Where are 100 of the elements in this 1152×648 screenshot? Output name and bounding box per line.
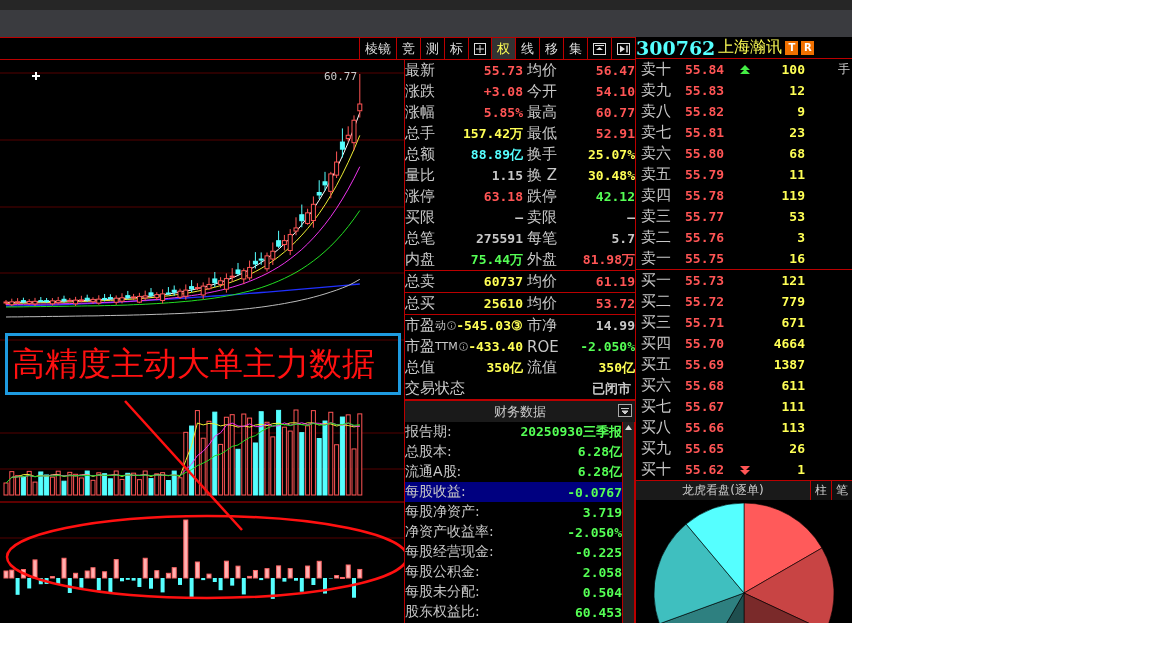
- quote-label: 换手: [527, 145, 558, 164]
- dropdown-icon: [619, 406, 631, 417]
- finance-value: 0.504: [582, 584, 622, 600]
- finance-row[interactable]: 每股收益: -0.0767: [405, 482, 622, 502]
- order-level-label: 买八: [641, 418, 672, 437]
- finance-label: 每股未分配:: [405, 583, 480, 601]
- order-level-label: 卖七: [641, 123, 672, 142]
- order-level-label: 买二: [641, 292, 672, 311]
- finance-label: 每股公积金:: [405, 563, 480, 581]
- quote-label: 最高: [527, 103, 558, 122]
- quote-label: 均价: [527, 61, 558, 80]
- finance-row[interactable]: 净资产收益率: -2.050%: [405, 522, 622, 542]
- quote-value: –: [626, 210, 635, 225]
- quote-value: 75.44万: [469, 250, 524, 269]
- finance-row[interactable]: 每股公积金: 2.058: [405, 562, 622, 582]
- quote-label: 量比: [405, 166, 435, 185]
- finance-row[interactable]: 报告期: 20250930三季报: [405, 422, 622, 442]
- order-price: 55.82: [685, 104, 726, 119]
- grid-icon: [474, 42, 486, 55]
- finance-value: 60.453: [575, 604, 622, 620]
- quote-label: 总买: [405, 294, 435, 313]
- dropdown-button[interactable]: [618, 404, 632, 417]
- finance-label: 流通A股:: [405, 463, 462, 481]
- finance-row[interactable]: 总股本: 6.28亿: [405, 442, 622, 462]
- order-level-label: 卖九: [641, 81, 672, 100]
- quote-value: 63.18: [482, 189, 524, 204]
- quote-value: -545.03③: [456, 318, 524, 333]
- finance-value: 3.719: [582, 504, 622, 520]
- quote-label: 买限: [405, 208, 435, 227]
- order-price: 55.75: [685, 251, 726, 266]
- quote-value: 1.15: [490, 168, 524, 183]
- order-price: 55.72: [685, 294, 726, 309]
- order-level-label: 买九: [641, 439, 672, 458]
- order-volume: 121: [780, 273, 805, 288]
- quote-label: 跌停: [527, 187, 558, 206]
- toolbar-button[interactable]: 权: [491, 38, 515, 59]
- quote-label: 每笔: [527, 229, 558, 248]
- quote-label: 流值: [527, 358, 558, 377]
- order-volume: 111: [780, 399, 805, 414]
- panel-tab[interactable]: 柱: [810, 481, 831, 500]
- order-volume: 4664: [772, 336, 805, 351]
- order-level-label: 买四: [641, 334, 672, 353]
- order-level-label: 卖四: [641, 186, 672, 205]
- finance-label: 净资产收益率:: [405, 523, 494, 541]
- finance-row[interactable]: 股东权益比: 60.453: [405, 602, 622, 622]
- order-volume: 9: [796, 104, 805, 119]
- order-price: 55.79: [685, 167, 726, 182]
- unit-label: 手: [837, 61, 851, 78]
- quote-value: 52.91: [594, 126, 635, 141]
- quote-value: 81.98万: [581, 250, 635, 269]
- quote-label: 总手: [405, 124, 435, 143]
- order-volume: 16: [788, 251, 805, 266]
- order-price: 55.71: [685, 315, 726, 330]
- quote-value: 53.72: [594, 296, 635, 311]
- panel-tab[interactable]: 笔: [831, 481, 852, 500]
- order-price: 55.65: [685, 441, 726, 456]
- finance-row[interactable]: 流通A股: 6.28亿: [405, 462, 622, 482]
- quote-label: 卖限: [527, 208, 558, 227]
- annotation-callout: 高精度主动大单主力数据: [5, 333, 401, 395]
- finance-row[interactable]: 每股净资产: 3.719: [405, 502, 622, 522]
- finance-label: 报告期:: [405, 423, 452, 441]
- scrollbar[interactable]: [622, 422, 635, 623]
- panel-icon: [593, 42, 606, 55]
- order-price: 55.68: [685, 378, 726, 393]
- order-volume: 100: [780, 62, 805, 77]
- order-price: 55.67: [685, 399, 726, 414]
- panel-title: 龙虎看盘(逐单): [681, 482, 765, 499]
- order-volume: 611: [780, 378, 805, 393]
- quote-label: 最新: [405, 61, 435, 80]
- quote-value: 25610: [482, 296, 524, 311]
- quote-label: 内盘: [405, 250, 435, 269]
- quote-value: 30.48%: [587, 168, 635, 183]
- quote-value: 275591: [475, 231, 524, 246]
- order-volume: 671: [780, 315, 805, 330]
- finance-row[interactable]: 每股未分配: 0.504: [405, 582, 622, 602]
- quote-value: 61.19: [594, 274, 635, 289]
- stock-tag: R: [801, 40, 815, 55]
- order-price: 55.62: [685, 462, 726, 477]
- order-level-label: 买六: [641, 376, 672, 395]
- order-level-label: 卖八: [641, 102, 672, 121]
- quote-label: 涨跌: [405, 82, 435, 101]
- order-price: 55.76: [685, 230, 726, 245]
- order-volume: 3: [796, 230, 805, 245]
- order-level-label: 买五: [641, 355, 672, 374]
- finance-row[interactable]: 每股经营现金: -0.225: [405, 542, 622, 562]
- quote-value: 350亿: [597, 358, 635, 377]
- high-price-label: 60.77: [324, 70, 358, 83]
- quote-value: 54.10: [594, 84, 635, 99]
- quote-value: 55.73: [482, 63, 524, 78]
- order-price: 55.73: [685, 273, 726, 288]
- quote-label: 今开: [527, 82, 558, 101]
- order-level-label: 买七: [641, 397, 672, 416]
- finance-label: 股东权益比:: [405, 603, 480, 621]
- quote-value: 88.89亿: [469, 145, 524, 164]
- finance-label: 每股经营现金:: [405, 543, 494, 561]
- play-icon: [617, 42, 630, 55]
- quote-label: 均价: [527, 294, 558, 313]
- finance-value: 20250930三季报: [520, 423, 622, 441]
- quote-label: 最低: [527, 124, 558, 143]
- order-level-label: 卖二: [641, 228, 672, 247]
